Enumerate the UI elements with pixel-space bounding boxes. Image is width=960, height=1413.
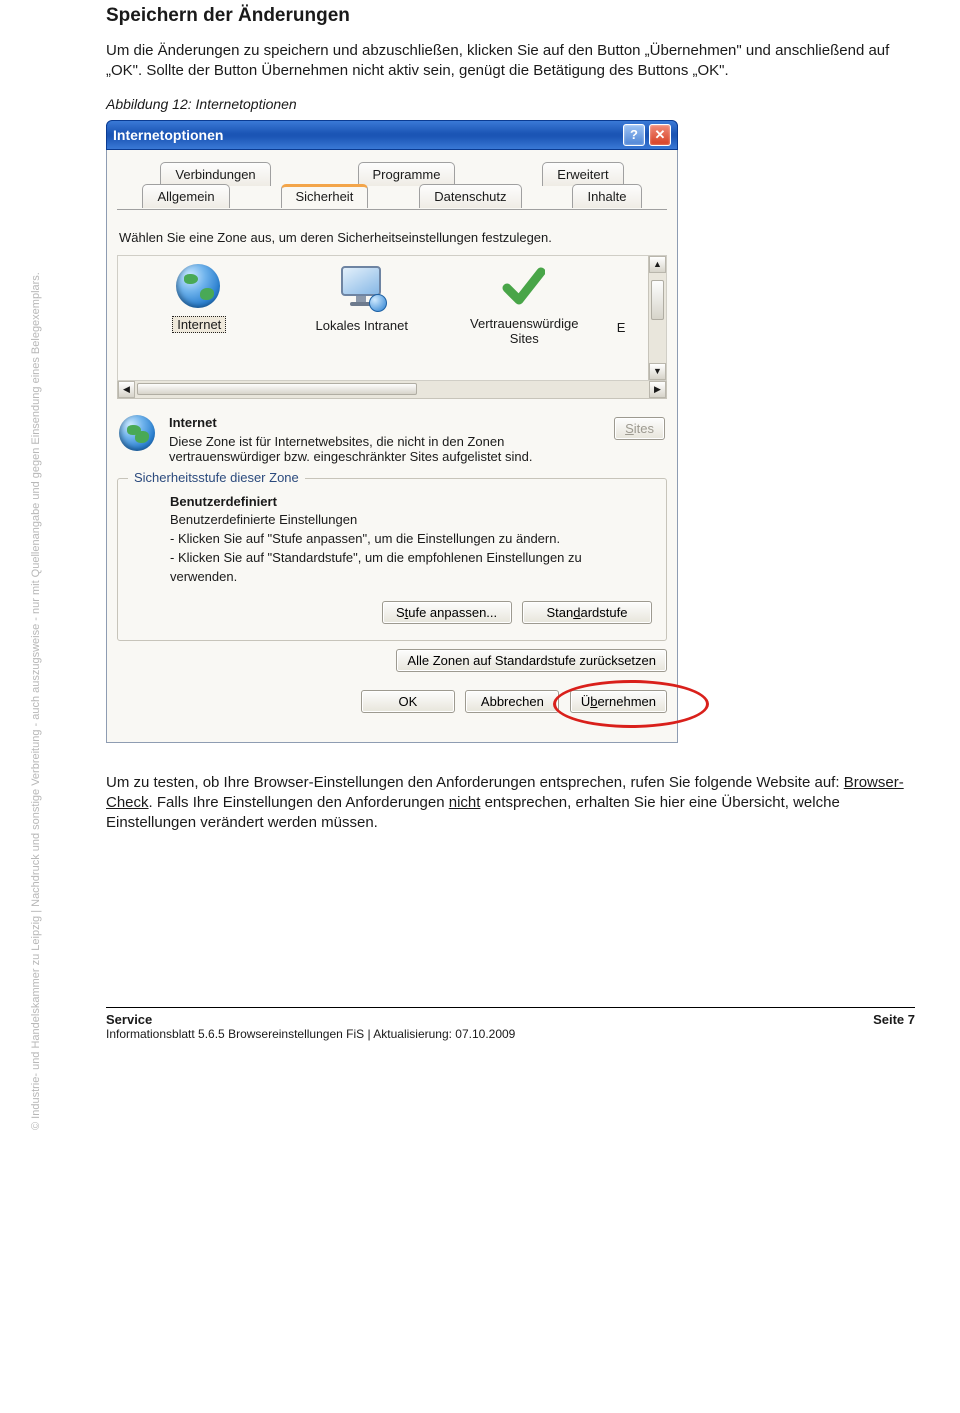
level-line1: Benutzerdefinierte Einstellungen <box>170 511 652 530</box>
tab-allgemein[interactable]: Allgemein <box>142 184 229 208</box>
zone-intranet-label: Lokales Intranet <box>315 318 408 333</box>
security-level-group: Sicherheitsstufe dieser Zone Benutzerdef… <box>117 478 667 641</box>
zone-internet-label: Internet <box>172 316 226 333</box>
level-customize-button[interactable]: Stufe anpassen... <box>382 601 512 624</box>
ok-button[interactable]: OK <box>361 690 455 713</box>
globe-icon <box>176 264 220 308</box>
help-button[interactable]: ? <box>623 124 645 146</box>
tab-erweitert[interactable]: Erweitert <box>542 162 623 186</box>
page-footer: Service Informationsblatt 5.6.5 Browsere… <box>106 1007 915 1041</box>
close-button[interactable]: ✕ <box>649 124 671 146</box>
zone-list[interactable]: Internet Lokales Intranet Vertrauenswürd… <box>117 255 667 381</box>
level-line2: - Klicken Sie auf "Stufe anpassen", um d… <box>170 530 652 549</box>
footer-info-line: Informationsblatt 5.6.5 Browsereinstellu… <box>106 1027 515 1041</box>
scroll-left-icon[interactable]: ◀ <box>118 381 135 398</box>
dialog-action-row: OK Abbrechen Übernehmen <box>117 690 667 724</box>
zone-description: Internet Diese Zone ist für Internetwebs… <box>119 415 665 464</box>
intro-paragraph: Um die Änderungen zu speichern und abzus… <box>106 41 915 82</box>
reset-all-zones-button[interactable]: Alle Zonen auf Standardstufe zurücksetze… <box>396 649 667 672</box>
dialog-titlebar: Internetoptionen ? ✕ <box>106 120 678 150</box>
tab-inhalte[interactable]: Inhalte <box>572 184 641 208</box>
page: Speichern der Änderungen Um die Änderung… <box>0 0 960 1081</box>
tab-datenschutz[interactable]: Datenschutz <box>419 184 521 208</box>
zone-cut-label: E <box>617 320 626 335</box>
globe-icon <box>119 415 155 451</box>
figure-caption: Abbildung 12: Internetoptionen <box>106 96 915 112</box>
apply-button[interactable]: Übernehmen <box>570 690 667 713</box>
page-title: Speichern der Änderungen <box>106 5 915 27</box>
tab-sicherheit[interactable]: Sicherheit <box>281 184 369 208</box>
zone-vscrollbar[interactable]: ▲ ▼ <box>648 256 666 380</box>
tab-verbindungen[interactable]: Verbindungen <box>160 162 270 186</box>
zone-trusted[interactable]: Vertrauenswürdige Sites <box>454 264 594 346</box>
scroll-up-icon[interactable]: ▲ <box>649 256 666 273</box>
scroll-down-icon[interactable]: ▼ <box>649 363 666 380</box>
hscroll-thumb[interactable] <box>137 383 417 395</box>
checkmark-icon <box>501 264 545 308</box>
tab-strip: Verbindungen Programme Erweitert Allgeme… <box>117 162 667 218</box>
zone-intranet[interactable]: Lokales Intranet <box>292 264 432 333</box>
internet-options-dialog: Internetoptionen ? ✕ Verbindungen Progra… <box>106 120 678 743</box>
group-legend: Sicherheitsstufe dieser Zone <box>128 470 305 485</box>
zone-trusted-label: Vertrauenswürdige Sites <box>470 316 578 346</box>
not-underlined: nicht <box>449 794 481 811</box>
dialog-body: Verbindungen Programme Erweitert Allgeme… <box>106 150 678 743</box>
test-paragraph: Um zu testen, ob Ihre Browser-Einstellun… <box>106 773 915 834</box>
monitor-icon <box>339 266 383 310</box>
zone-instruction: Wählen Sie eine Zone aus, um deren Siche… <box>119 230 665 245</box>
side-copyright: © Industrie- und Handelskammer zu Leipzi… <box>30 272 42 1130</box>
footer-page-number: Seite 7 <box>873 1012 915 1041</box>
level-heading: Benutzerdefiniert <box>170 493 652 512</box>
level-line3: - Klicken Sie auf "Standardstufe", um di… <box>170 549 652 587</box>
zone-cut: E <box>617 264 637 335</box>
scroll-thumb[interactable] <box>651 280 664 320</box>
zone-desc-body: Diese Zone ist für Internetwebsites, die… <box>169 434 604 464</box>
zone-hscrollbar[interactable]: ◀ ▶ <box>117 381 667 399</box>
dialog-title: Internetoptionen <box>113 127 223 143</box>
level-default-button[interactable]: Standardstufe <box>522 601 652 624</box>
sites-button[interactable]: Sites <box>614 417 665 440</box>
zone-desc-heading: Internet <box>169 415 604 430</box>
scroll-right-icon[interactable]: ▶ <box>649 381 666 398</box>
tab-programme[interactable]: Programme <box>358 162 456 186</box>
zone-internet[interactable]: Internet <box>129 264 269 333</box>
cancel-button[interactable]: Abbrechen <box>465 690 559 713</box>
footer-service: Service <box>106 1012 515 1027</box>
